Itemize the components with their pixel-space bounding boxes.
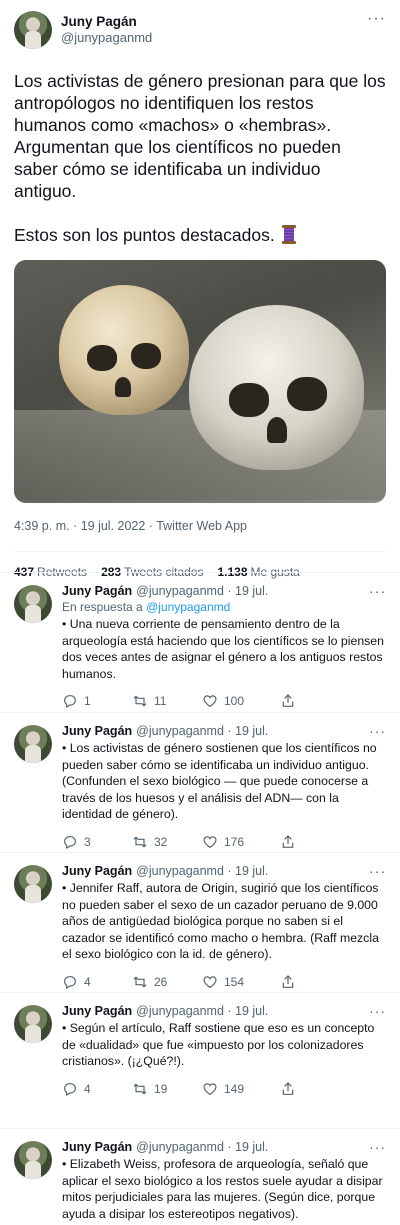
avatar[interactable] bbox=[14, 11, 52, 49]
reply-author-handle[interactable]: @junypaganmd · 19 jul. bbox=[136, 1003, 268, 1019]
reply-text: • Una nueva corriente de pensamiento den… bbox=[62, 617, 388, 681]
replying-to: En respuesta a @junypaganmd bbox=[62, 600, 231, 614]
reply-tweet[interactable]: Juny Pagán @junypaganmd · 19 jul. ··· • … bbox=[0, 712, 400, 852]
tweet-image-skulls[interactable] bbox=[14, 260, 386, 503]
share-icon bbox=[282, 1081, 294, 1095]
more-options-icon[interactable]: ··· bbox=[369, 1140, 386, 1154]
heart-icon bbox=[203, 1082, 217, 1095]
reply-author-handle[interactable]: @junypaganmd · 19 jul. bbox=[136, 583, 268, 599]
reply-button[interactable]: 1 bbox=[62, 693, 132, 709]
retweet-icon bbox=[133, 695, 147, 707]
author-handle[interactable]: @junypaganmd bbox=[61, 30, 152, 46]
reply-button[interactable]: 4 bbox=[62, 1081, 132, 1097]
reply-author-name[interactable]: Juny Pagán bbox=[62, 723, 132, 739]
comment-icon bbox=[64, 695, 76, 709]
retweet-button[interactable]: 19 bbox=[132, 1081, 202, 1097]
more-options-icon[interactable]: ··· bbox=[367, 11, 386, 27]
skull-right bbox=[189, 305, 364, 470]
more-options-icon[interactable]: ··· bbox=[369, 864, 386, 878]
avatar[interactable] bbox=[14, 865, 52, 903]
reply-actions: 3 32 176 bbox=[62, 833, 386, 851]
share-button[interactable] bbox=[280, 834, 302, 850]
reply-text: • Jennifer Raff, autora de Origin, sugir… bbox=[62, 881, 383, 961]
avatar[interactable] bbox=[14, 1141, 52, 1179]
retweet-button[interactable]: 26 bbox=[132, 974, 202, 990]
reply-text: • Los activistas de género sostienen que… bbox=[62, 741, 381, 821]
share-button[interactable] bbox=[280, 693, 302, 709]
heart-icon bbox=[203, 975, 217, 988]
avatar[interactable] bbox=[14, 585, 52, 623]
thread-spool-icon bbox=[281, 225, 296, 244]
reply-actions: 4 19 149 bbox=[62, 1080, 386, 1098]
reply-text: • Elizabeth Weiss, profesora de arqueolo… bbox=[62, 1157, 386, 1221]
share-icon bbox=[282, 694, 294, 707]
reply-author-name[interactable]: Juny Pagán bbox=[62, 583, 132, 599]
tweet-text: Los activistas de género presionan para … bbox=[14, 70, 386, 246]
avatar[interactable] bbox=[14, 1005, 52, 1043]
like-button[interactable]: 100 bbox=[202, 693, 272, 709]
share-icon bbox=[282, 834, 294, 848]
reply-author-name[interactable]: Juny Pagán bbox=[62, 1139, 132, 1155]
tweet-timestamp[interactable]: 4:39 p. m. · 19 jul. 2022 · Twitter Web … bbox=[14, 519, 386, 537]
reply-button[interactable]: 3 bbox=[62, 834, 132, 850]
retweet-icon bbox=[133, 835, 147, 848]
reply-button[interactable]: 4 bbox=[62, 974, 132, 990]
main-tweet-header: Juny Pagán @junypaganmd ··· bbox=[14, 10, 386, 50]
reply-tweet[interactable]: Juny Pagán @junypaganmd · 19 jul. ··· • … bbox=[0, 992, 400, 1128]
share-button[interactable] bbox=[280, 1081, 302, 1097]
reply-author-handle[interactable]: @junypaganmd · 19 jul. bbox=[136, 1139, 268, 1155]
share-button[interactable] bbox=[280, 974, 302, 990]
heart-icon bbox=[203, 695, 217, 708]
comment-icon bbox=[64, 1082, 76, 1096]
reply-author-handle[interactable]: @junypaganmd · 19 jul. bbox=[136, 863, 268, 879]
retweet-button[interactable]: 32 bbox=[132, 834, 202, 850]
reply-actions: 4 26 154 bbox=[62, 973, 386, 991]
like-button[interactable]: 176 bbox=[202, 834, 272, 850]
reply-text: • Según el artículo, Raff sostiene que e… bbox=[62, 1021, 378, 1068]
comment-icon bbox=[64, 835, 76, 849]
author-info: Juny Pagán @junypaganmd bbox=[61, 14, 152, 46]
reply-author-handle[interactable]: @junypaganmd · 19 jul. bbox=[136, 723, 268, 739]
reply-author-name[interactable]: Juny Pagán bbox=[62, 863, 132, 879]
heart-icon bbox=[203, 835, 217, 848]
retweet-button[interactable]: 11 bbox=[132, 693, 202, 709]
reply-tweet[interactable]: Juny Pagán @junypaganmd · 19 jul. ··· • … bbox=[0, 852, 400, 992]
main-tweet: Juny Pagán @junypaganmd ··· Los activist… bbox=[0, 0, 400, 592]
tweet-text-body: Los activistas de género presionan para … bbox=[14, 71, 386, 245]
author-name[interactable]: Juny Pagán bbox=[61, 14, 152, 30]
share-icon bbox=[282, 974, 294, 988]
avatar[interactable] bbox=[14, 725, 52, 763]
reply-tweet[interactable]: Juny Pagán @junypaganmd · 19 jul. ··· • … bbox=[0, 1128, 400, 1225]
skull-left bbox=[59, 285, 189, 415]
more-options-icon[interactable]: ··· bbox=[369, 584, 386, 598]
reply-thread: Juny Pagán @junypaganmd · 19 jul. ··· En… bbox=[0, 572, 400, 1225]
reply-tweet[interactable]: Juny Pagán @junypaganmd · 19 jul. ··· En… bbox=[0, 572, 400, 712]
like-button[interactable]: 149 bbox=[202, 1081, 272, 1097]
more-options-icon[interactable]: ··· bbox=[369, 724, 386, 738]
like-button[interactable]: 154 bbox=[202, 974, 272, 990]
retweet-icon bbox=[133, 975, 147, 988]
replying-to-link[interactable]: @junypaganmd bbox=[146, 600, 230, 614]
reply-actions: 1 11 100 bbox=[62, 692, 386, 710]
comment-icon bbox=[64, 975, 76, 989]
reply-author-name[interactable]: Juny Pagán bbox=[62, 1003, 132, 1019]
retweet-icon bbox=[133, 1082, 147, 1095]
more-options-icon[interactable]: ··· bbox=[369, 1004, 386, 1018]
